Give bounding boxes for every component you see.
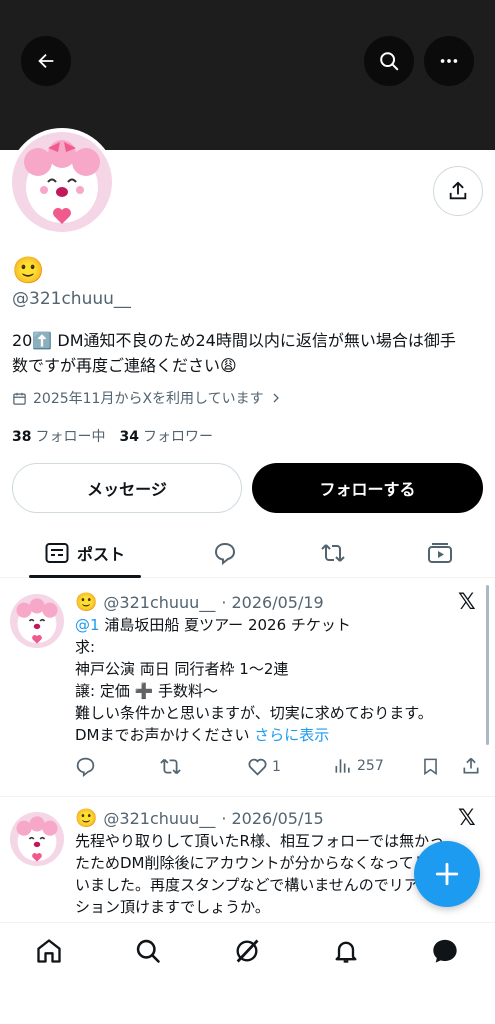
compose-post-button[interactable] (414, 841, 480, 907)
share-post-button[interactable] (461, 756, 481, 776)
post-line: 先程やり取りして頂いたR様、相互フォローでは無かっ (75, 832, 445, 850)
scrollbar[interactable] (486, 585, 489, 745)
joined-text: 2025年11月からXを利用しています (33, 391, 264, 407)
post-line: 難しい条件かと思いますが、切実に求めております。 (75, 704, 433, 722)
bottom-navigation (0, 922, 495, 978)
post-mention[interactable]: @1 (75, 616, 100, 634)
nav-notifications[interactable] (330, 935, 362, 967)
post-author-name: 🙂 (75, 592, 98, 613)
post-line: 浦島坂田船 夏ツアー 2026 チケット (99, 616, 351, 634)
nav-grok[interactable] (231, 935, 263, 967)
posts-icon (45, 543, 69, 563)
post-header: 🙂 @321chuuu__ · 2026/05/19 (75, 592, 324, 613)
bell-icon (335, 941, 357, 963)
joined-date[interactable]: 2025年11月からXを利用しています (12, 388, 282, 408)
post-date: · 2026/05/15 (221, 809, 324, 828)
post-author-handle: @321chuuu__ (103, 593, 216, 612)
post-avatar[interactable] (10, 812, 64, 866)
post-line: DMまでお声かけください (75, 726, 250, 744)
more-horizontal-icon (440, 59, 458, 63)
followers-count: 34 (119, 429, 139, 445)
tab-media[interactable] (415, 528, 465, 578)
avatar-illustration (12, 132, 112, 232)
chevron-right-icon (273, 393, 279, 403)
arrow-left-icon (38, 53, 54, 69)
profile-banner (0, 0, 495, 150)
grok-icon (236, 939, 259, 963)
reply-button[interactable] (75, 756, 96, 777)
post-avatar[interactable] (10, 594, 64, 648)
tab-posts[interactable]: ポスト (29, 528, 141, 578)
views-icon (335, 759, 350, 773)
repost-button[interactable] (159, 756, 182, 777)
avatar-illustration (10, 594, 64, 648)
followers-link[interactable]: 34 フォロワー (119, 426, 212, 446)
nav-messages[interactable] (429, 935, 461, 967)
active-tab-indicator (29, 575, 141, 578)
search-button[interactable] (364, 36, 414, 86)
home-icon (37, 939, 61, 963)
follow-counts: 38 フォロー中 34 フォロワー (12, 426, 213, 446)
views-button[interactable]: 257 (333, 756, 384, 776)
follow-button[interactable]: フォローする (252, 463, 483, 513)
x-logo-icon: 𝕏 (458, 806, 476, 831)
bio-line: 数ですが再度ご連絡ください😩 (12, 356, 237, 375)
display-name: 🙂 (12, 256, 45, 286)
media-icon (428, 543, 452, 563)
x-logo-icon: 𝕏 (458, 590, 476, 615)
share-icon (449, 181, 467, 200)
profile-bio: 20⬆️ DM通知不良のため24時間以内に返信が無い場合は御手 数ですが再度ご連… (12, 328, 488, 378)
tab-replies[interactable] (200, 528, 250, 578)
post-text: @1 浦島坂田船 夏ツアー 2026 チケット 求: 神戸公演 両日 同行者枠 … (75, 614, 475, 746)
repost-icon (160, 758, 181, 775)
tab-posts-label: ポスト (76, 545, 125, 564)
post-line: 神戸公演 両日 同行者枠 1〜2連 (75, 660, 289, 678)
profile-tabs: ポスト (0, 528, 495, 578)
share-icon (463, 757, 479, 774)
post-author-name: 🙂 (75, 808, 98, 829)
calendar-icon (13, 392, 26, 405)
more-button[interactable] (424, 36, 474, 86)
post-divider (0, 796, 495, 797)
nav-home[interactable] (33, 935, 65, 967)
search-icon (136, 939, 160, 963)
bio-line: 20⬆️ DM通知不良のため24時間以内に返信が無い場合は御手 (12, 331, 456, 350)
followers-label: フォロワー (142, 429, 213, 445)
search-icon (380, 52, 399, 71)
heart-icon (248, 758, 267, 776)
post-actions: 1 257 (75, 756, 485, 784)
bookmark-button[interactable] (421, 756, 440, 777)
post-line: ション頂けますでしょうか。 (75, 898, 270, 916)
following-link[interactable]: 38 フォロー中 (12, 426, 105, 446)
view-count: 257 (357, 758, 384, 774)
profile-handle: @321chuuu__ (12, 289, 131, 309)
post-line: 求: (75, 638, 96, 656)
share-profile-button[interactable] (433, 166, 483, 216)
post-header: 🙂 @321chuuu__ · 2026/05/15 (75, 808, 324, 829)
post-date: · 2026/05/19 (221, 593, 324, 612)
following-count: 38 (12, 429, 32, 445)
chat-icon (433, 939, 457, 963)
repost-icon (321, 544, 345, 562)
bookmark-icon (424, 758, 437, 776)
post-card[interactable]: 🙂 @321chuuu__ · 2026/05/19 𝕏 @1 浦島坂田船 夏ツ… (0, 588, 495, 796)
profile-avatar[interactable] (8, 128, 116, 236)
reply-icon (214, 542, 236, 565)
back-button[interactable] (21, 36, 71, 86)
like-count: 1 (272, 758, 281, 775)
plus-icon (435, 862, 459, 886)
following-label: フォロー中 (35, 429, 106, 445)
post-line: 譲: 定価 ➕ 手数料〜 (75, 682, 219, 700)
like-button[interactable]: 1 (247, 756, 281, 777)
reply-icon (76, 757, 95, 777)
post-author-handle: @321chuuu__ (103, 809, 216, 828)
avatar-illustration (10, 812, 64, 866)
nav-search[interactable] (132, 935, 164, 967)
message-button[interactable]: メッセージ (12, 463, 242, 513)
tab-reposts[interactable] (308, 528, 358, 578)
show-more-link[interactable]: さらに表示 (254, 726, 329, 744)
